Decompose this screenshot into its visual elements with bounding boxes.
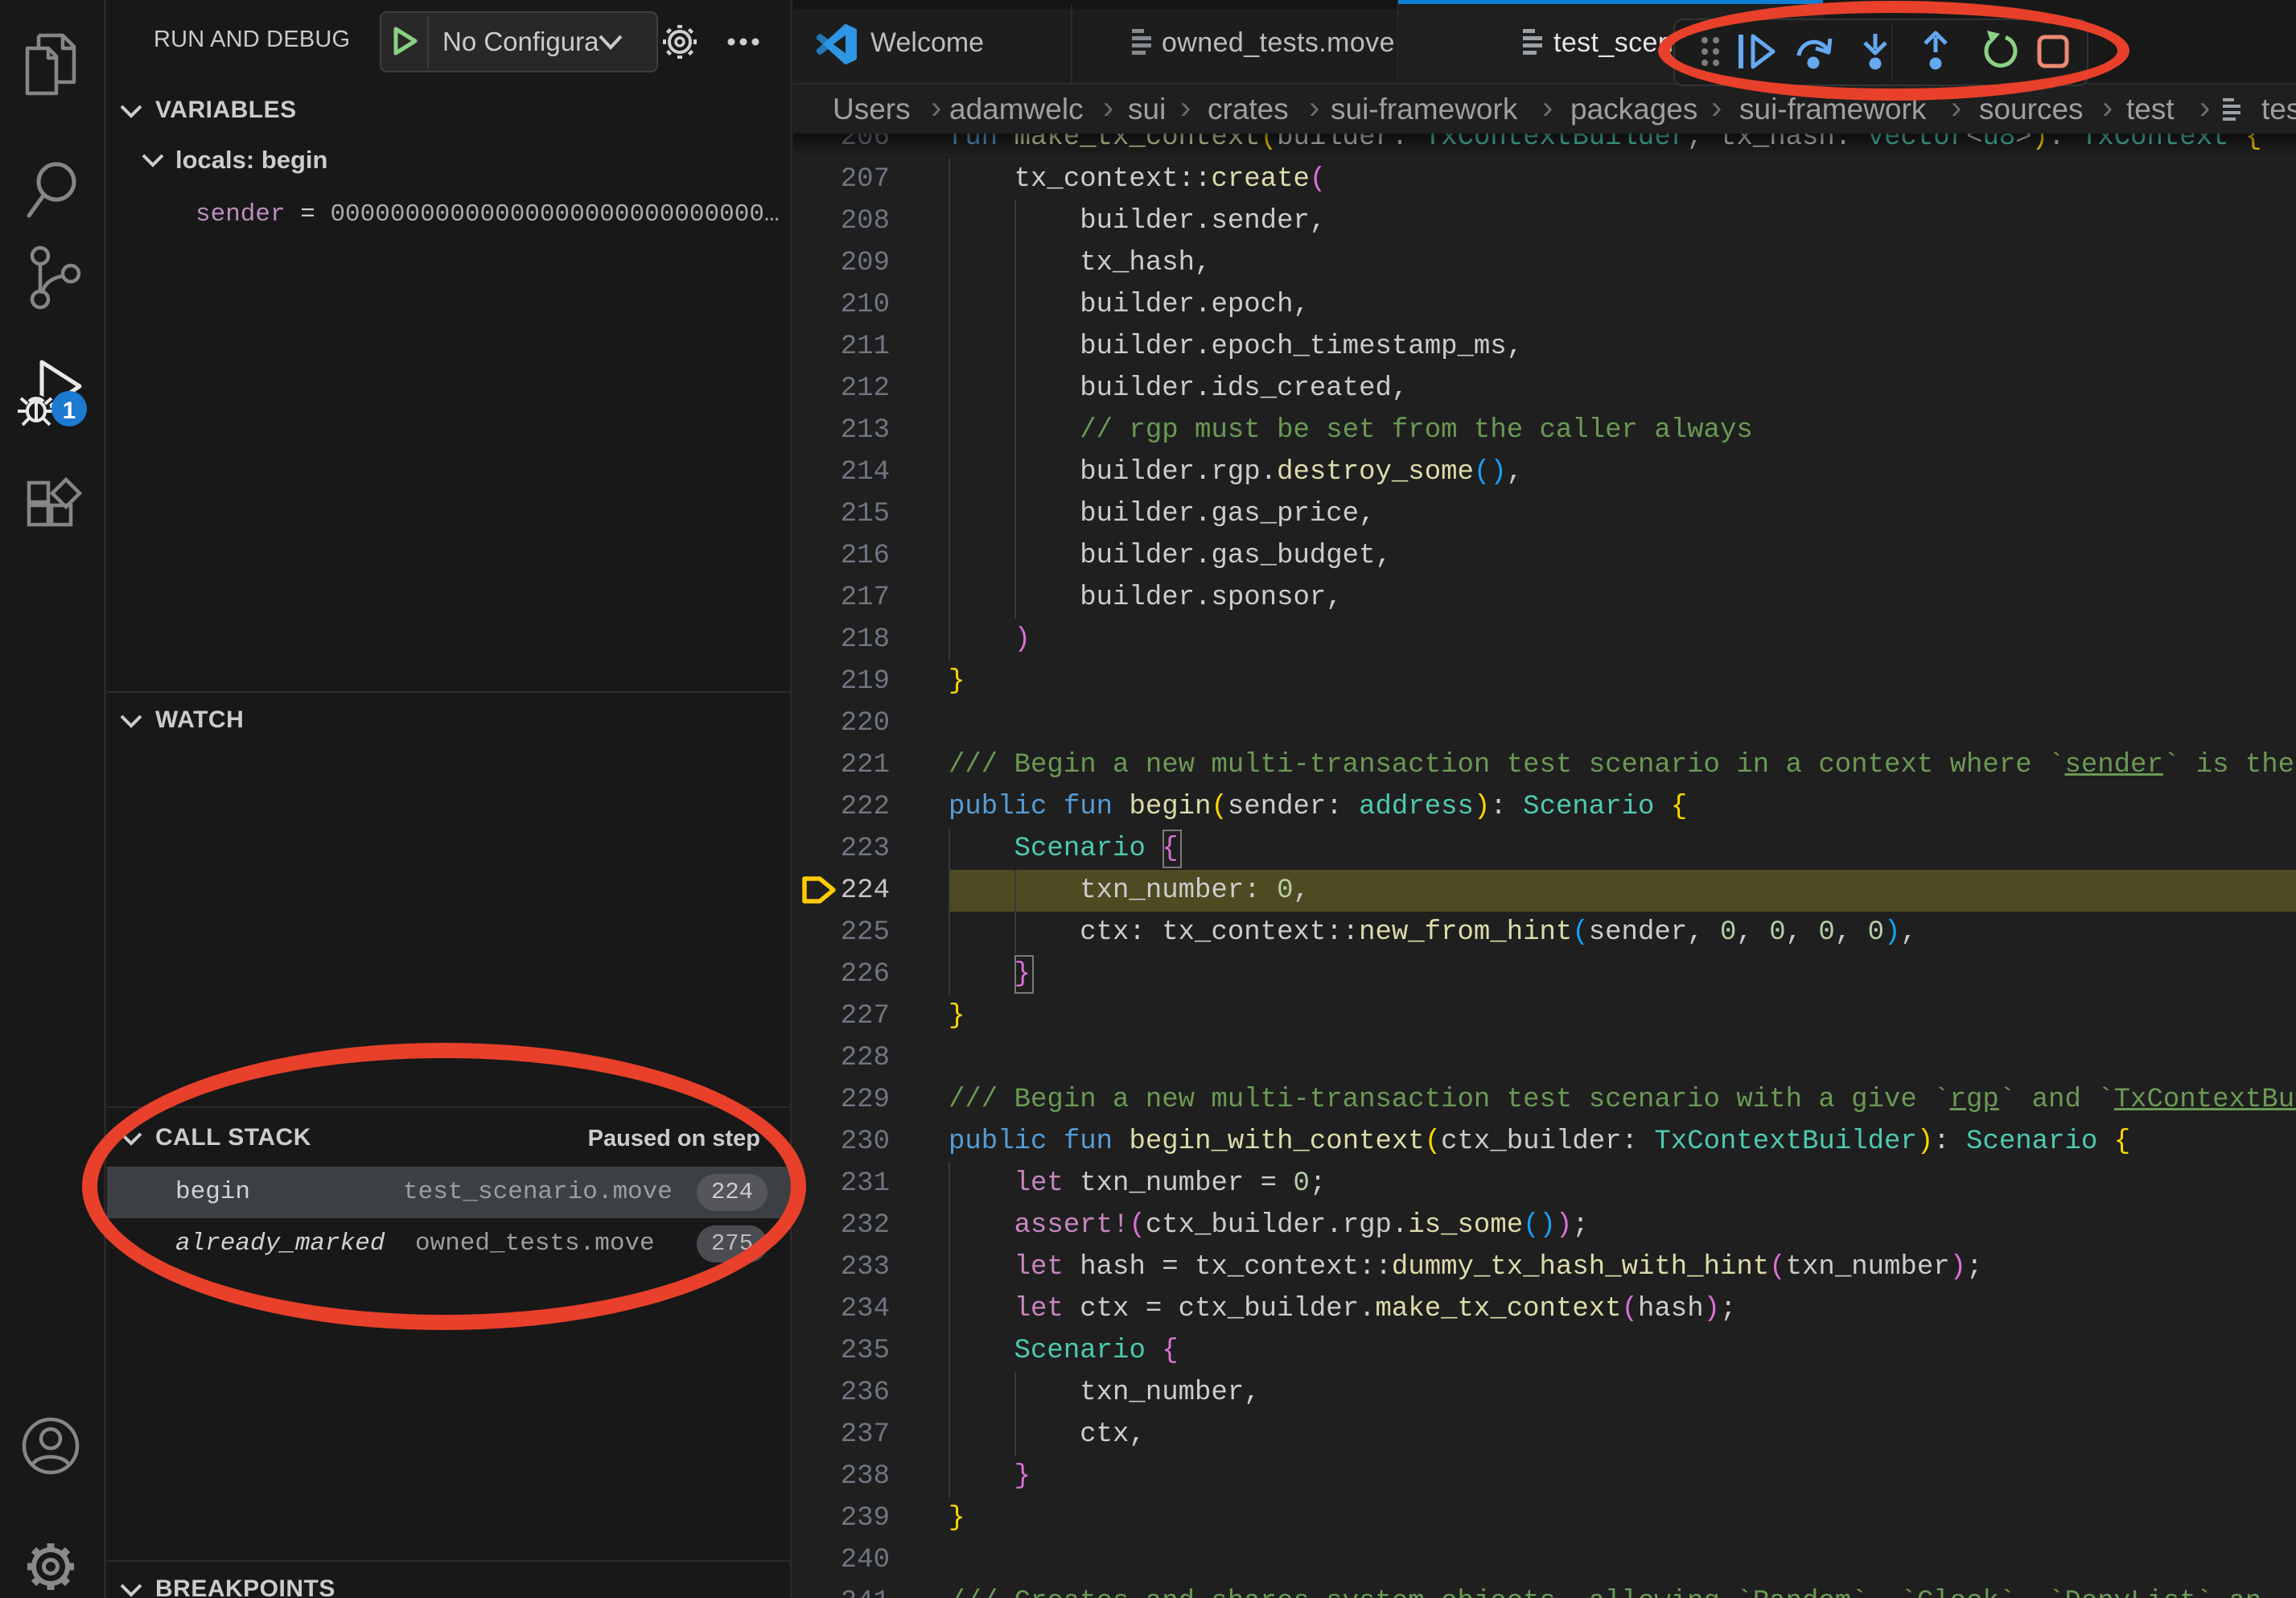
svg-text:1: 1 xyxy=(63,397,76,424)
